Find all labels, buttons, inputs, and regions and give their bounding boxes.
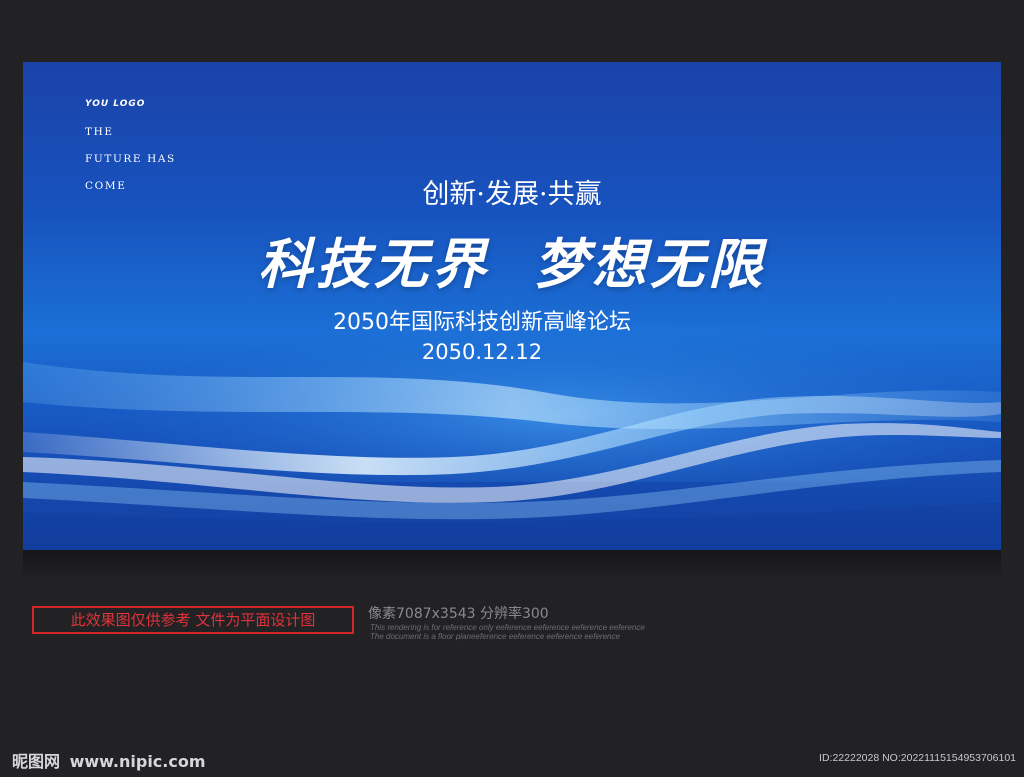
image-id: ID:22222028 NO:20221115154953706101 [819, 752, 1016, 764]
banner-shadow [23, 550, 1001, 580]
headline: 科技无界 梦想无限 [23, 220, 1001, 299]
headline-left: 科技无界 [258, 233, 490, 296]
slogan: 创新·发展·共赢 [422, 179, 602, 210]
brand-url[interactable]: www.nipic.com [70, 752, 206, 771]
banner: YOU LOGO THE FUTURE HAS COME 创新·发展·共赢 科技… [23, 62, 1001, 550]
site-brand[interactable]: 昵图网 www.nipic.com [12, 748, 206, 772]
headline-right: 梦想无限 [534, 233, 766, 296]
image-specs: 像素7087x3543 分辨率300 [368, 606, 549, 622]
forum-title: 2050年国际科技创新高峰论坛 [333, 310, 631, 335]
fine-print-line-1: This rendering is for reference only eef… [370, 623, 645, 632]
tagline-line-1: THE [85, 126, 114, 138]
reference-notice: 此效果图仅供参考 文件为平面设计图 [32, 606, 354, 634]
brand-name: 昵图网 [12, 752, 61, 771]
event-date: 2050.12.12 [421, 340, 543, 364]
fine-print-line-2: The document is a floor planeeference ee… [370, 632, 620, 641]
tagline-line-2: FUTURE HAS [85, 153, 176, 165]
logo-text: YOU LOGO [85, 99, 146, 109]
